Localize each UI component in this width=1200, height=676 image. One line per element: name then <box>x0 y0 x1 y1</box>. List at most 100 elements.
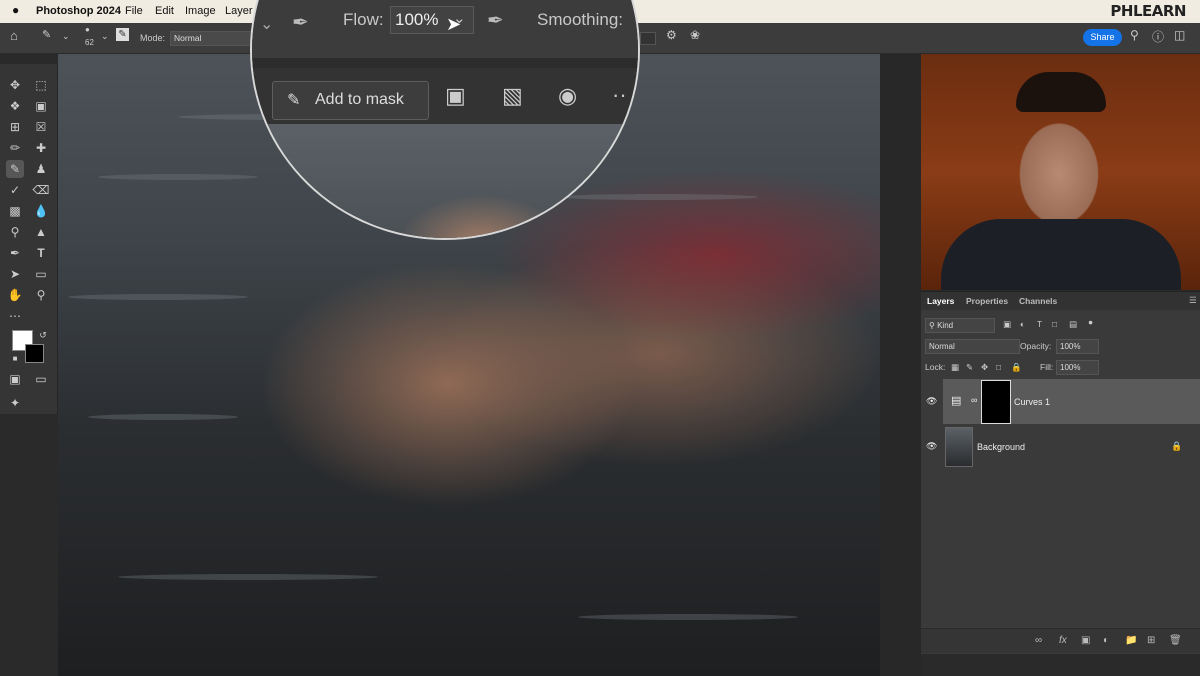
visibility-eye-icon[interactable]: 👁 <box>926 441 937 452</box>
new-group-icon[interactable]: 📁 <box>1125 635 1137 646</box>
brush-tool-icon[interactable]: ✎ <box>6 160 24 178</box>
eraser-icon[interactable]: ⌫ <box>32 181 50 199</box>
layer-mask-thumbnail[interactable] <box>981 380 1011 424</box>
search-icon[interactable]: ⚲ <box>1130 28 1139 42</box>
airbrush-pressure-icon[interactable]: ✒ <box>292 10 309 35</box>
smoothing-field[interactable] <box>640 32 656 45</box>
path-select-icon[interactable]: ➤ <box>6 265 24 283</box>
menu-edit[interactable]: Edit <box>155 5 174 17</box>
opacity-field[interactable]: 100% <box>1056 339 1099 354</box>
gradient-tool-icon[interactable]: ▩ <box>6 202 24 220</box>
menu-file[interactable]: File <box>125 5 143 17</box>
mask-link-icon[interactable]: ∞ <box>971 395 977 405</box>
panel-footer: ∞ fx ▣ ◐ 📁 ⊞ 🗑 <box>921 628 1200 653</box>
rectangle-tool-icon[interactable]: ▭ <box>32 265 50 283</box>
add-mask-icon[interactable]: ▣ <box>1081 635 1090 646</box>
presenter-video <box>921 54 1200 290</box>
mask-settings-icon[interactable]: ▣ <box>445 83 466 109</box>
new-layer-icon[interactable]: ⊞ <box>1147 635 1155 646</box>
hand-tool-icon[interactable]: ✋ <box>6 286 24 304</box>
tab-channels[interactable]: Channels <box>1019 296 1057 306</box>
fx-icon[interactable]: fx <box>1059 635 1067 646</box>
settings-gear-icon[interactable]: ⚙ <box>666 28 677 42</box>
quick-mask-icon[interactable]: ▣ <box>6 370 24 388</box>
swap-colors-icon[interactable]: ↺ <box>34 326 52 344</box>
layer-row-curves[interactable]: 👁 ▤ ∞ Curves 1 <box>926 379 1200 424</box>
blur-tool-icon[interactable]: 💧 <box>32 202 50 220</box>
filter-smart-object-icon[interactable]: ▤ <box>1069 319 1077 330</box>
help-icon[interactable]: ⓘ <box>1152 28 1164 45</box>
default-colors-icon[interactable]: ■ <box>6 350 24 368</box>
brush-preset-icon[interactable]: ● <box>85 25 90 34</box>
fill-label: Fill: <box>1040 362 1054 372</box>
fill-field[interactable]: 100% <box>1056 360 1099 375</box>
layer-name[interactable]: Background <box>977 442 1025 452</box>
type-tool-icon[interactable]: T <box>32 244 50 262</box>
mode-select[interactable]: Normal <box>170 31 255 46</box>
lock-transparent-icon[interactable]: ▦ <box>951 362 959 373</box>
brush-settings-icon[interactable]: ✎ <box>116 28 129 41</box>
layers-panel: Layers Properties Channels ☰ ⚲ Kind ▣ ◐ … <box>921 291 1200 654</box>
link-layers-icon[interactable]: ∞ <box>1035 635 1042 646</box>
add-to-mask-button[interactable]: ✎ Add to mask <box>272 81 429 120</box>
butterfly-icon[interactable]: ❀ <box>690 28 700 42</box>
blend-mode-select[interactable]: Normal <box>925 339 1020 354</box>
home-icon[interactable]: ⌂ <box>10 28 18 43</box>
smudge-tool-icon[interactable]: ▲ <box>32 223 50 241</box>
lock-all-icon[interactable]: 🔒 <box>1011 362 1022 373</box>
tab-layers[interactable]: Layers <box>927 296 954 306</box>
zoom-tool-icon[interactable]: ⚲ <box>32 286 50 304</box>
panel-menu-icon[interactable]: ☰ <box>1189 295 1197 306</box>
marquee-tool-icon[interactable]: ⬚ <box>32 76 50 94</box>
view-mask-icon[interactable]: ◉ <box>558 83 577 109</box>
object-select-icon[interactable]: ▣ <box>32 97 50 115</box>
more-options-icon[interactable]: ·· <box>612 82 627 108</box>
eyedropper-icon[interactable]: ✏ <box>6 139 24 157</box>
menu-image[interactable]: Image <box>185 5 216 17</box>
lock-position-icon[interactable]: ✥ <box>981 362 988 373</box>
share-button[interactable]: Share <box>1083 29 1122 46</box>
dodge-tool-icon[interactable]: ⚲ <box>6 223 24 241</box>
filter-kind-select[interactable]: ⚲ Kind <box>925 318 995 333</box>
lock-pixels-icon[interactable]: ✎ <box>966 362 973 373</box>
delete-layer-icon[interactable]: 🗑 <box>1169 635 1182 646</box>
more-tools-icon[interactable]: ⋯ <box>6 307 24 325</box>
pen-tool-icon[interactable]: ✒ <box>6 244 24 262</box>
edit-toolbar-icon[interactable]: ✦ <box>6 394 24 412</box>
filter-adjustment-icon[interactable]: ◐ <box>1020 319 1025 329</box>
healing-brush-icon[interactable]: ✚ <box>32 139 50 157</box>
history-brush-icon[interactable]: ✓ <box>6 181 24 199</box>
filter-type-icon[interactable]: T <box>1037 319 1042 329</box>
mouse-cursor-icon: ➤ <box>446 14 462 34</box>
filter-toggle-icon[interactable]: ● <box>1088 317 1093 327</box>
layer-row-background[interactable]: 👁 Background 🔒 <box>926 424 1200 469</box>
background-color-swatch[interactable] <box>25 344 44 363</box>
visibility-eye-icon[interactable]: 👁 <box>926 396 937 407</box>
lasso-tool-icon[interactable]: ❖ <box>6 97 24 115</box>
workspace-icon[interactable]: ◫ <box>1174 28 1185 42</box>
magnified-divider <box>252 58 638 68</box>
frame-tool-icon[interactable]: ☒ <box>32 118 50 136</box>
filter-shape-icon[interactable]: □ <box>1052 319 1057 329</box>
layer-name[interactable]: Curves 1 <box>1014 397 1050 407</box>
airbrush-icon[interactable]: ✒ <box>487 8 504 33</box>
tab-properties[interactable]: Properties <box>966 296 1008 306</box>
app-name[interactable]: Photoshop 2024 <box>36 5 121 17</box>
move-tool-icon[interactable]: ✥ <box>6 76 24 94</box>
chevron-down-icon[interactable]: ⌄ <box>260 14 273 34</box>
menu-layer[interactable]: Layer <box>225 5 253 17</box>
new-adjustment-icon[interactable]: ◐ <box>1103 635 1109 646</box>
search-icon: ⚲ <box>929 321 938 330</box>
lock-artboard-icon[interactable]: □ <box>996 362 1001 372</box>
crop-tool-icon[interactable]: ⊞ <box>6 118 24 136</box>
chevron-down-icon[interactable]: ⌄ <box>101 31 109 42</box>
chevron-down-icon[interactable]: ⌄ <box>62 31 70 42</box>
brush-plus-icon: ✎ <box>287 92 301 109</box>
clone-stamp-icon[interactable]: ♟ <box>32 160 50 178</box>
screen-mode-icon[interactable]: ▭ <box>32 370 50 388</box>
brush-tool-icon[interactable]: ✎ <box>42 28 51 41</box>
invert-mask-icon[interactable]: ▧ <box>502 83 523 109</box>
apple-icon[interactable]: ● <box>12 3 19 17</box>
flow-field[interactable]: 100% ⌄ <box>390 6 474 34</box>
filter-pixel-icon[interactable]: ▣ <box>1003 319 1011 330</box>
